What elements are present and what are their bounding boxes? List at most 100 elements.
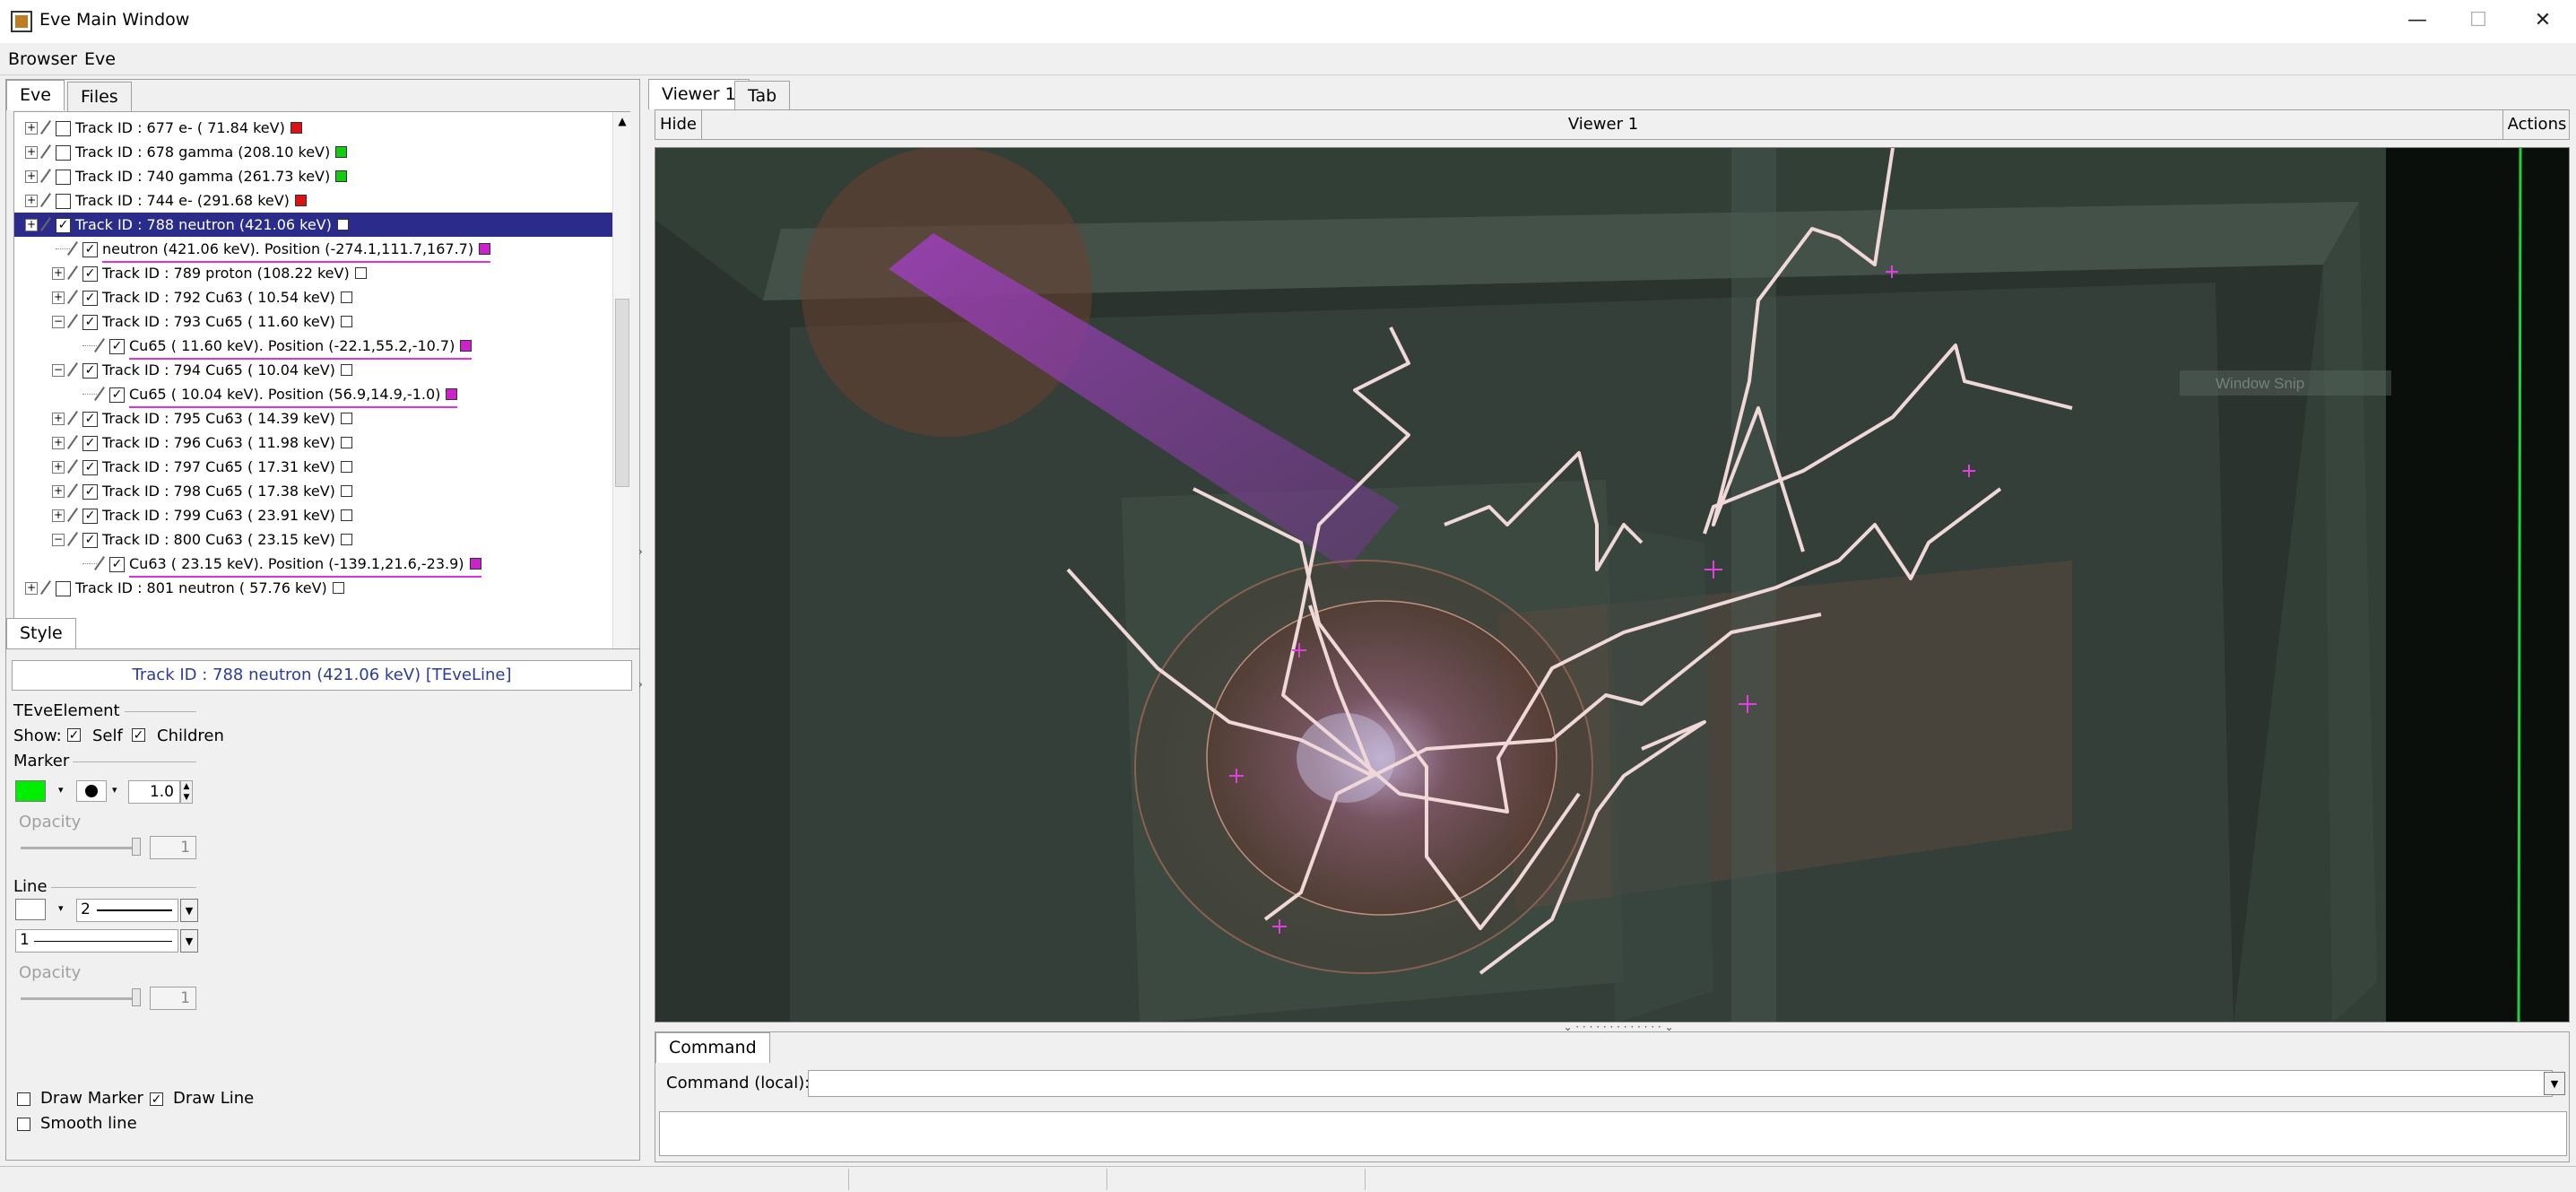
visibility-checkbox[interactable] [56,121,71,136]
visibility-checkbox[interactable] [56,581,71,596]
visibility-checkbox[interactable]: ✓ [82,460,98,475]
expand-icon[interactable]: + [52,509,65,522]
expand-icon[interactable]: + [25,122,38,135]
line-opacity-slider-track[interactable] [21,997,141,1000]
tab-command[interactable]: Command [655,1032,770,1063]
color-swatch[interactable] [332,582,344,594]
tab-tab[interactable]: Tab [734,81,791,111]
marker-size-input[interactable]: 1.0 [128,780,180,804]
color-swatch[interactable] [340,437,352,448]
tree-row[interactable]: + ✓ Track ID : 798 Cu65 ( 17.38 keV) [14,479,617,503]
command-input[interactable] [808,1070,2553,1097]
color-swatch[interactable] [479,243,491,255]
color-swatch[interactable] [446,388,458,400]
tab-files[interactable]: Files [67,82,132,112]
color-swatch[interactable] [340,364,352,376]
gl-viewport[interactable]: Window Snip [655,147,2570,1022]
visibility-checkbox[interactable]: ✓ [82,436,98,451]
visibility-checkbox[interactable]: ✓ [82,412,98,427]
visibility-checkbox[interactable] [56,194,71,209]
tree-row[interactable]: + ✓ Track ID : 797 Cu65 ( 17.31 keV) [14,455,617,479]
tab-eve[interactable]: Eve [6,80,65,110]
visibility-checkbox[interactable]: ✓ [82,291,98,306]
tree-row[interactable]: + ✓ Track ID : 788 neutron (421.06 keV) [14,213,617,237]
line-style-dropdown-icon[interactable]: ▼ [180,929,198,953]
color-swatch[interactable] [294,195,307,206]
color-swatch[interactable] [340,461,352,473]
tree-row[interactable]: + Track ID : 744 e- (291.68 keV) [14,188,617,213]
tree-scrollbar[interactable]: ▲ ▼ [612,112,630,684]
marker-color-dropdown-icon[interactable]: ▾ [58,784,64,796]
expand-icon[interactable]: + [25,582,38,595]
color-swatch[interactable] [335,170,348,182]
color-swatch[interactable] [340,485,352,497]
marker-opacity-slider-knob[interactable] [132,838,141,856]
marker-opacity-slider-track[interactable] [21,847,141,849]
close-button[interactable]: ✕ [2512,0,2573,41]
tree-row[interactable]: ✓ Cu63 ( 23.15 keV). Position (-139.1,21.… [14,552,617,578]
tree-row[interactable]: + ✓ Track ID : 792 Cu63 ( 10.54 keV) [14,285,617,309]
expand-icon[interactable]: + [25,146,38,159]
collapse-icon[interactable]: − [52,534,65,546]
maximize-button[interactable]: ☐ [2448,0,2509,41]
color-swatch[interactable] [340,291,352,303]
draw-line-checkbox[interactable]: ✓ [150,1092,163,1106]
show-children-checkbox[interactable]: ✓ [132,728,145,742]
tree-row[interactable]: − ✓ Track ID : 794 Cu65 ( 10.04 keV) [14,358,617,382]
visibility-checkbox[interactable]: ✓ [82,533,98,548]
collapse-icon[interactable]: − [52,364,65,377]
menu-browser[interactable]: Browser [8,49,77,69]
color-swatch[interactable] [340,413,352,424]
tree-row[interactable]: ✓ Cu65 ( 11.60 keV). Position (-22.1,55.2… [14,334,617,360]
line-opacity-slider-knob[interactable] [132,988,141,1006]
line-color-swatch[interactable] [15,899,46,920]
tree-row[interactable]: − ✓ Track ID : 793 Cu65 ( 11.60 keV) [14,309,617,334]
color-swatch[interactable] [354,267,367,279]
minimize-button[interactable]: — [2387,0,2448,41]
visibility-checkbox[interactable] [56,170,71,185]
scroll-thumb[interactable] [615,299,629,487]
color-swatch[interactable] [336,219,349,231]
visibility-checkbox[interactable]: ✓ [109,557,125,572]
expand-icon[interactable]: + [52,461,65,474]
expand-icon[interactable]: + [25,219,38,231]
vertical-splitter-arrow-icon[interactable]: › [638,545,647,563]
menu-eve[interactable]: Eve [84,49,116,69]
scroll-up-icon[interactable]: ▲ [613,112,631,130]
color-swatch[interactable] [335,146,348,158]
line-style-select[interactable]: 1 [15,929,178,953]
tree-row[interactable]: + ✓ Track ID : 795 Cu63 ( 14.39 keV) [14,406,617,431]
hide-button[interactable]: Hide [655,110,702,139]
visibility-checkbox[interactable]: ✓ [82,509,98,524]
color-swatch[interactable] [340,509,352,521]
tree-row[interactable]: ✓ neutron (421.06 keV). Position (-274.1,… [14,237,617,263]
draw-marker-checkbox[interactable] [17,1092,30,1106]
marker-size-stepper[interactable]: ▲ ▼ [180,780,193,804]
smooth-line-checkbox[interactable] [17,1118,30,1131]
line-width-select[interactable]: 2 [76,899,178,922]
marker-style-dropdown-icon[interactable]: ▾ [112,784,117,796]
actions-button[interactable]: Actions [2502,110,2571,139]
tree-row[interactable]: + Track ID : 740 gamma (261.73 keV) [14,164,617,188]
visibility-checkbox[interactable]: ✓ [56,218,71,233]
tree-row[interactable]: ✓ Cu65 ( 10.04 keV). Position (56.9,14.9,… [14,382,617,408]
collapse-icon[interactable]: − [52,316,65,328]
tree-row[interactable]: − ✓ Track ID : 800 Cu63 ( 23.15 keV) [14,527,617,552]
line-color-dropdown-icon[interactable]: ▾ [58,902,64,914]
color-swatch[interactable] [469,558,481,570]
expand-icon[interactable]: + [52,291,65,304]
expand-icon[interactable]: + [25,170,38,183]
visibility-checkbox[interactable]: ✓ [109,387,125,403]
color-swatch[interactable] [460,340,473,352]
visibility-checkbox[interactable]: ✓ [82,363,98,378]
line-width-dropdown-icon[interactable]: ▼ [180,899,198,922]
tree-row[interactable]: + Track ID : 677 e- ( 71.84 keV) [14,116,617,140]
visibility-checkbox[interactable]: ✓ [82,315,98,330]
show-self-checkbox[interactable]: ✓ [67,728,81,742]
tree-row[interactable]: + ✓ Track ID : 799 Cu63 ( 23.91 keV) [14,503,617,527]
expand-icon[interactable]: + [52,267,65,280]
marker-style-select[interactable] [76,780,107,802]
color-swatch[interactable] [340,316,352,327]
marker-color-swatch[interactable] [15,780,46,802]
tree-row[interactable]: + ✓ Track ID : 796 Cu63 ( 11.98 keV) [14,431,617,455]
